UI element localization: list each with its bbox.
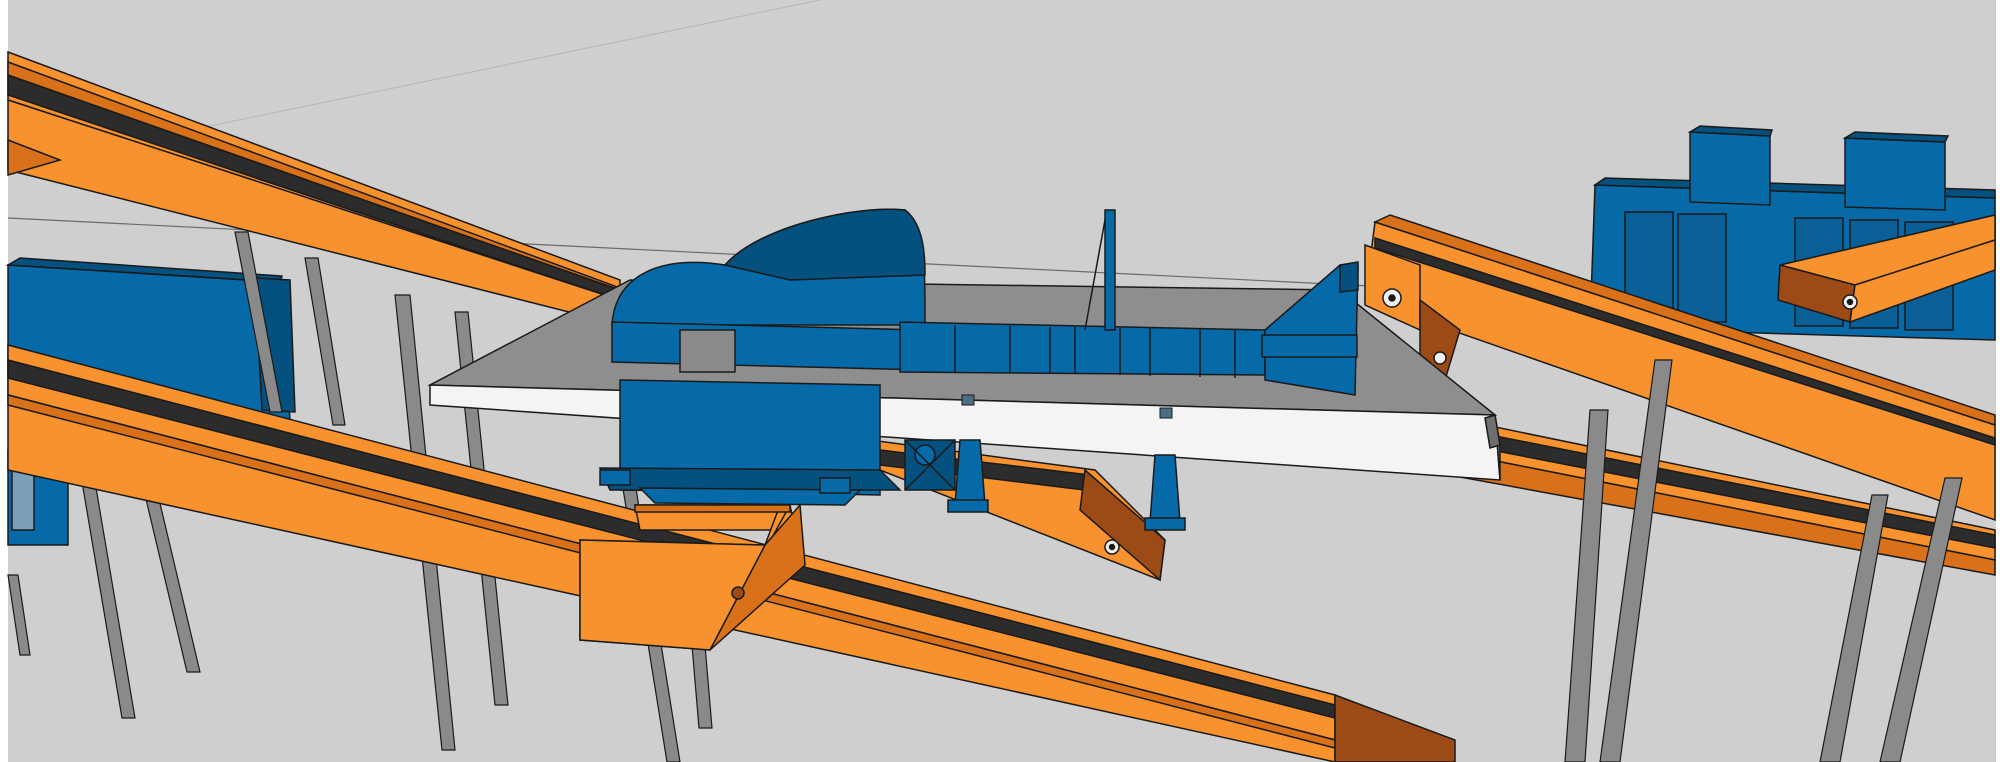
left-frame-edge xyxy=(0,0,8,762)
platform-bracket xyxy=(1159,407,1173,419)
platform-bracket xyxy=(961,394,975,406)
right-frame-edge xyxy=(1996,0,2000,762)
conveyor-scene-render xyxy=(0,0,2000,762)
render-viewport xyxy=(0,0,2000,762)
